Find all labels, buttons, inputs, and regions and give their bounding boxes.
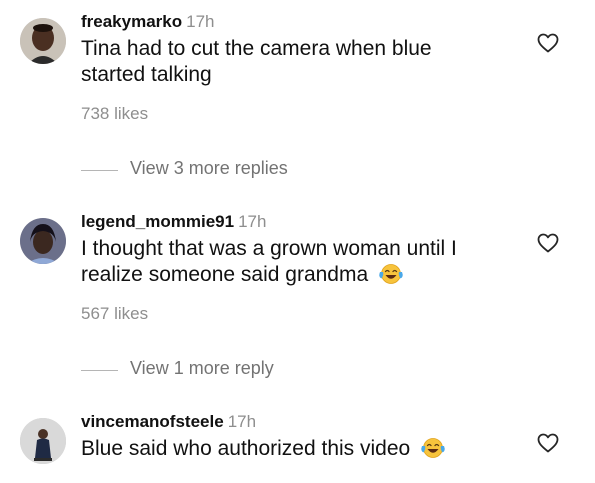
heart-outline-icon[interactable] bbox=[536, 231, 560, 255]
username[interactable]: freakymarko bbox=[81, 12, 182, 31]
laughing-crying-emoji-icon bbox=[379, 264, 403, 284]
comment-text: Tina had to cut the camera when blue sta… bbox=[81, 36, 501, 88]
replies-divider bbox=[81, 170, 118, 171]
comment-header: vincemanofsteele 17h bbox=[81, 412, 256, 432]
timestamp: 17h bbox=[238, 212, 267, 231]
comment-header: freakymarko 17h bbox=[81, 12, 215, 32]
avatar[interactable] bbox=[20, 218, 66, 264]
replies-divider bbox=[81, 370, 118, 371]
comment-item: vincemanofsteele 17h Blue said who author… bbox=[0, 412, 595, 483]
comment-item: freakymarko 17h Tina had to cut the camer… bbox=[0, 12, 595, 162]
comment-text: I thought that was a grown woman until I… bbox=[81, 236, 501, 288]
view-more-replies-button[interactable]: View 1 more reply bbox=[81, 358, 321, 382]
avatar[interactable] bbox=[20, 18, 66, 64]
timestamp: 17h bbox=[227, 412, 257, 431]
view-replies-label: View 1 more reply bbox=[130, 358, 274, 378]
username[interactable]: legend_mommie91 bbox=[81, 212, 234, 231]
likes-count[interactable]: 567 likes bbox=[81, 304, 148, 324]
view-replies-label: View 3 more replies bbox=[130, 158, 288, 178]
comment-text-content: Blue said who authorized this video bbox=[81, 437, 411, 460]
comment-item: legend_mommie91 17h I thought that was a … bbox=[0, 212, 595, 362]
avatar[interactable] bbox=[20, 418, 66, 464]
comment-header: legend_mommie91 17h bbox=[81, 212, 266, 232]
username[interactable]: vincemanofsteele bbox=[81, 412, 224, 431]
heart-outline-icon[interactable] bbox=[536, 31, 560, 55]
laughing-crying-emoji-icon bbox=[421, 438, 445, 458]
comment-text: Blue said who authorized this video bbox=[81, 436, 501, 462]
likes-count[interactable]: 738 likes bbox=[81, 104, 148, 124]
view-more-replies-button[interactable]: View 3 more replies bbox=[81, 158, 341, 182]
timestamp: 17h bbox=[186, 12, 215, 31]
heart-outline-icon[interactable] bbox=[536, 431, 560, 455]
comment-text-content: Tina had to cut the camera when blue sta… bbox=[81, 37, 432, 86]
